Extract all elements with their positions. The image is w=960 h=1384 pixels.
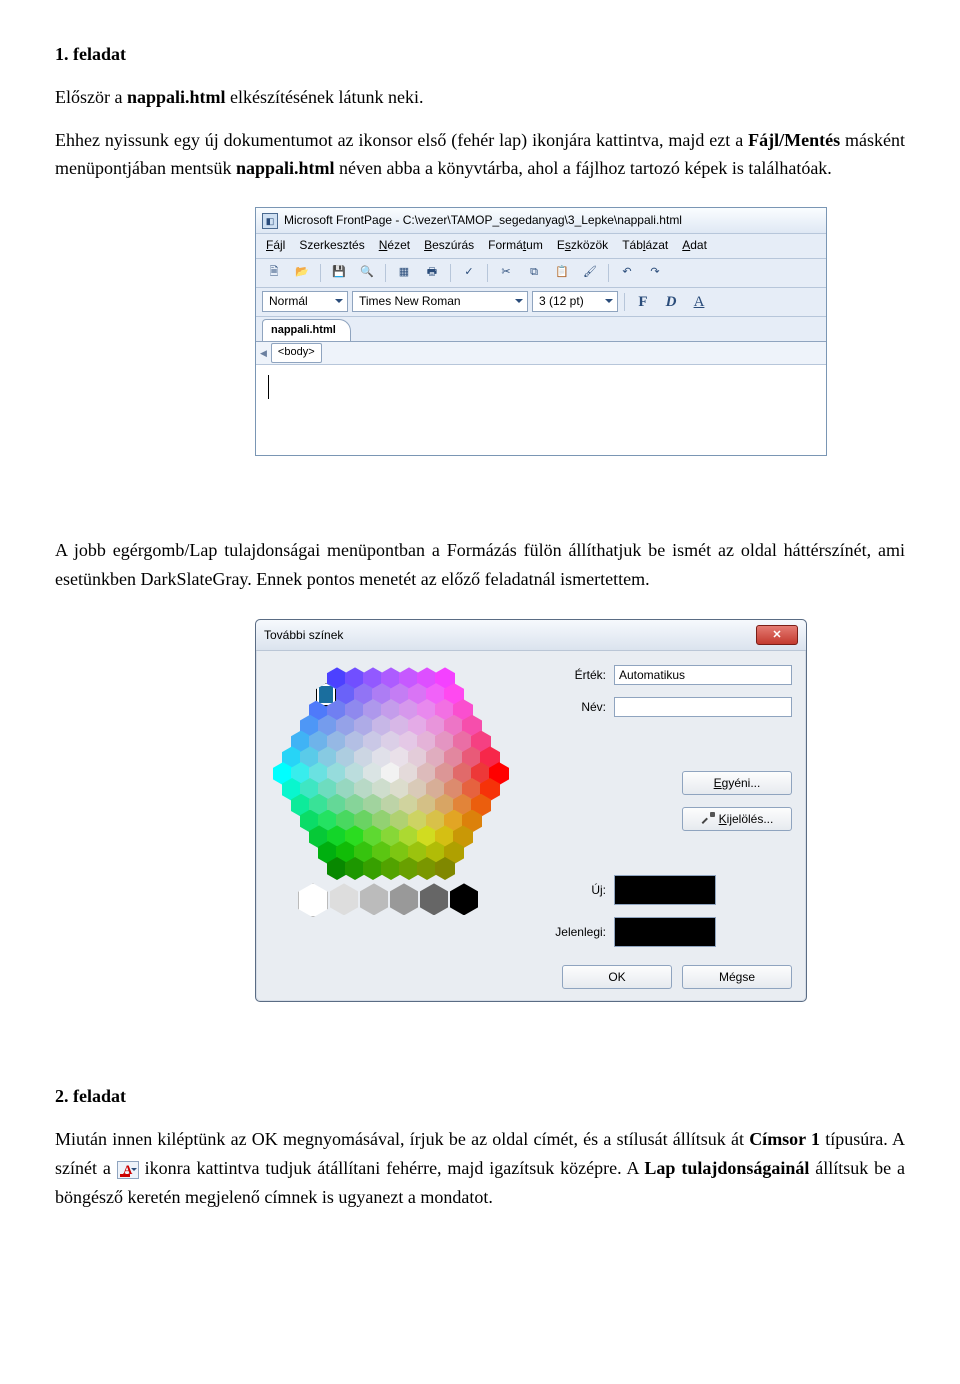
ok-button[interactable]: OK [562, 965, 672, 989]
menu-nezet[interactable]: Nézet [379, 236, 410, 255]
print-icon[interactable]: 🖶 [420, 262, 444, 284]
task1-intro: Először a nappali.html elkészítésének lá… [55, 83, 905, 112]
t2d: ikonra kattintva tudjuk átállítani fehér… [139, 1158, 645, 1178]
menu-formatum[interactable]: Formátum [488, 236, 543, 255]
jelenlegi-label: Jelenlegi: [548, 923, 606, 942]
t1p2b: Fájl/Mentés [748, 130, 840, 150]
save-icon[interactable]: 💾 [327, 262, 351, 284]
new-file-icon[interactable]: 🗎 [262, 262, 286, 284]
font-color-icon[interactable] [117, 1161, 139, 1179]
fontsize-dropdown[interactable]: 3 (12 pt) [532, 291, 618, 312]
frontpage-menubar: Fájl Szerkesztés Nézet Beszúrás Formátum… [256, 234, 826, 258]
text-caret-icon [268, 375, 269, 399]
document-tab[interactable]: nappali.html [262, 319, 351, 342]
style-dropdown[interactable]: Normál [262, 291, 348, 312]
t1p2a: Ehhez nyissunk egy új dokumentumot az ik… [55, 130, 748, 150]
menu-szerkesztes[interactable]: Szerkesztés [299, 236, 364, 255]
task2-heading: 2. feladat [55, 1082, 905, 1111]
undo-icon[interactable]: ↶ [615, 262, 639, 284]
breadcrumb-arrow-left-icon[interactable]: ◀ [260, 346, 267, 360]
kijeloles-button[interactable]: Kijelölés... [682, 807, 792, 831]
spellcheck-icon[interactable]: ✓ [457, 262, 481, 284]
italic-button[interactable]: D [659, 291, 683, 313]
gray-white[interactable] [298, 883, 328, 917]
t2a: Miután innen kiléptünk az OK megnyomásáv… [55, 1129, 749, 1149]
frontpage-title: Microsoft FrontPage - C:\vezer\TAMOP_seg… [284, 211, 682, 230]
cut-icon[interactable]: ✂ [494, 262, 518, 284]
egyeni-button[interactable]: Egyéni... [682, 771, 792, 795]
eyedropper-icon [701, 812, 715, 826]
menu-tablazat[interactable]: Táblázat [622, 236, 668, 255]
frontpage-breadcrumb: ◀ <body> [256, 342, 826, 365]
new-color-swatch [614, 875, 716, 905]
t1p2d: nappali.html [236, 158, 335, 178]
colors-dialog-title: További színek [264, 626, 343, 645]
t2b: Címsor 1 [749, 1129, 820, 1149]
uj-label: Új: [548, 881, 606, 900]
frontpage-app-icon: ◧ [262, 213, 278, 229]
gray-4[interactable] [420, 883, 448, 915]
frontpage-titlebar: ◧ Microsoft FrontPage - C:\vezer\TAMOP_s… [256, 208, 826, 234]
mid-paragraph: A jobb egérgomb/Lap tulajdonságai menüpo… [55, 536, 905, 594]
underline-button[interactable]: A [687, 291, 711, 313]
colors-dialog: További színek ✕ Érték: Automatikus Név: [255, 619, 807, 1002]
copy-icon[interactable]: ⧉ [522, 262, 546, 284]
gray-black[interactable] [450, 883, 478, 915]
open-folder-icon[interactable]: 📂 [290, 262, 314, 284]
format-painter-icon[interactable]: 🖌 [578, 262, 602, 284]
find-icon[interactable]: 🔍 [355, 262, 379, 284]
t2e: Lap tulajdonságainál [644, 1158, 809, 1178]
menu-beszuras[interactable]: Beszúrás [424, 236, 474, 255]
gray-3[interactable] [390, 883, 418, 915]
ertek-label: Érték: [548, 666, 606, 685]
menu-fajl[interactable]: Fájl [266, 236, 285, 255]
t1p2e: néven abba a könyvtárba, ahol a fájlhoz … [335, 158, 832, 178]
frontpage-tabs: nappali.html [256, 317, 826, 343]
t1p1b: nappali.html [127, 87, 226, 107]
frontpage-canvas[interactable] [256, 365, 826, 455]
color-hexagon-picker[interactable] [270, 665, 510, 875]
font-dropdown[interactable]: Times New Roman [352, 291, 528, 312]
frontpage-window: ◧ Microsoft FrontPage - C:\vezer\TAMOP_s… [255, 207, 827, 456]
breadcrumb-body[interactable]: <body> [271, 343, 322, 363]
bold-button[interactable]: F [631, 291, 655, 313]
grayscale-row[interactable] [298, 883, 530, 917]
nev-label: Név: [548, 698, 606, 717]
menu-adat[interactable]: Adat [682, 236, 707, 255]
gray-2[interactable] [360, 883, 388, 915]
task2-body: Miután innen kiléptünk az OK megnyomásáv… [55, 1125, 905, 1211]
gray-1[interactable] [330, 883, 358, 915]
task1-body: Ehhez nyissunk egy új dokumentumot az ik… [55, 126, 905, 184]
paste-icon[interactable]: 📋 [550, 262, 574, 284]
nev-field[interactable] [614, 697, 792, 717]
cancel-button[interactable]: Mégse [682, 965, 792, 989]
redo-icon[interactable]: ↷ [643, 262, 667, 284]
task1-heading: 1. feladat [55, 40, 905, 69]
menu-eszkozok[interactable]: Eszközök [557, 236, 608, 255]
current-color-swatch [614, 917, 716, 947]
t1p1c: elkészítésének látunk neki. [226, 87, 424, 107]
close-icon[interactable]: ✕ [756, 625, 798, 645]
t1p1a: Először a [55, 87, 127, 107]
publish-icon[interactable]: ▦ [392, 262, 416, 284]
ertek-field[interactable]: Automatikus [614, 665, 792, 685]
frontpage-toolbar-format: Normál Times New Roman 3 (12 pt) F D A [256, 288, 826, 317]
colors-dialog-titlebar: További színek ✕ [256, 620, 806, 651]
frontpage-toolbar-main: 🗎 📂 💾 🔍 ▦ 🖶 ✓ ✂ ⧉ 📋 🖌 ↶ ↷ [256, 259, 826, 288]
